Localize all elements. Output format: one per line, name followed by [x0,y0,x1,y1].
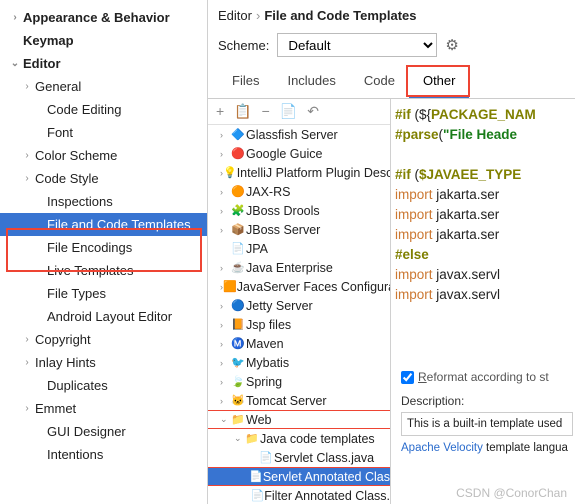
sidebar-item[interactable]: Duplicates [0,374,207,397]
tree-node[interactable]: ›Ⓜ️Maven [208,334,390,353]
tree-node[interactable]: ⌄📁Java code templates [208,429,390,448]
sidebar-item[interactable]: ›Copyright [0,328,207,351]
sidebar-item[interactable]: Android Layout Editor [0,305,207,328]
sidebar-item[interactable]: File Encodings [0,236,207,259]
tree-node[interactable]: ›🧩JBoss Drools [208,201,390,220]
scheme-select[interactable]: Default [277,33,437,57]
tree-node[interactable]: ›🟠JAX-RS [208,182,390,201]
settings-sidebar: ›Appearance & BehaviorKeymap⌄Editor›Gene… [0,0,208,504]
sidebar-item[interactable]: File and Code Templates [0,213,207,236]
tree-node[interactable]: 📄Filter Annotated Class. [208,486,390,504]
tree-node[interactable]: ›🟧JavaServer Faces Configurati [208,277,390,296]
sidebar-item[interactable]: ›Appearance & Behavior [0,6,207,29]
sidebar-item[interactable]: File Types [0,282,207,305]
sidebar-item[interactable]: ›General [0,75,207,98]
sidebar-item[interactable]: Inspections [0,190,207,213]
breadcrumb: Editor›File and Code Templates [208,0,575,27]
tree-node[interactable]: ›🔵Jetty Server [208,296,390,315]
tree-node[interactable]: ›📦JBoss Server [208,220,390,239]
toolbar-icon[interactable]: ↶ [307,103,319,120]
tab-other[interactable]: Other [409,67,470,98]
sidebar-item[interactable]: GUI Designer [0,420,207,443]
template-tree: ›🔷Glassfish Server›🔴Google Guice›💡Intell… [208,125,390,504]
tree-node[interactable]: 📄Servlet Annotated Clas [208,467,390,486]
sidebar-item[interactable]: Intentions [0,443,207,466]
tab-files[interactable]: Files [218,67,273,98]
sidebar-item[interactable]: Font [0,121,207,144]
tree-node[interactable]: ›💡IntelliJ Platform Plugin Descr [208,163,390,182]
toolbar-icon[interactable]: + [216,103,224,120]
tree-node[interactable]: ›📙Jsp files [208,315,390,334]
tree-node[interactable]: ›☕Java Enterprise [208,258,390,277]
toolbar-icon[interactable]: 📄 [280,103,297,120]
tree-toolbar: + 📋−📄 ↶ [208,99,390,125]
tab-code[interactable]: Code [350,67,409,98]
velocity-link[interactable]: Apache Velocity [401,442,483,454]
sidebar-item[interactable]: ›Inlay Hints [0,351,207,374]
sidebar-item[interactable]: Keymap [0,29,207,52]
sidebar-item[interactable]: ›Code Style [0,167,207,190]
tabs: FilesIncludesCodeOther [208,67,575,99]
sidebar-item[interactable]: ›Emmet [0,397,207,420]
tree-node[interactable]: ›🔴Google Guice [208,144,390,163]
tree-node[interactable]: ›🐱Tomcat Server [208,391,390,410]
tree-node[interactable]: ›🐦Mybatis [208,353,390,372]
template-options: Reformat according to st Description: Th… [401,370,573,454]
tree-node[interactable]: ⌄📁Web [208,410,390,429]
sidebar-item[interactable]: Live Templates [0,259,207,282]
scheme-label: Scheme: [218,38,269,53]
sidebar-item[interactable]: Code Editing [0,98,207,121]
gear-icon[interactable]: ⚙ [445,36,458,54]
template-tree-pane: + 📋−📄 ↶ ›🔷Glassfish Server›🔴Google Guice›💡… [208,99,391,504]
tree-node[interactable]: 📄Servlet Class.java [208,448,390,467]
description-box: This is a built-in template used [401,412,573,436]
toolbar-icon[interactable]: − [262,103,270,120]
sidebar-item[interactable]: ›Color Scheme [0,144,207,167]
toolbar-icon[interactable]: 📋 [234,103,251,120]
sidebar-item[interactable]: ⌄Editor [0,52,207,75]
tab-includes[interactable]: Includes [273,67,349,98]
description-label: Description: [401,394,573,408]
tree-node[interactable]: ›🍃Spring [208,372,390,391]
reformat-checkbox[interactable]: Reformat according to st [401,370,573,384]
watermark: CSDN @ConorChan [456,486,567,500]
tree-node[interactable]: ›🔷Glassfish Server [208,125,390,144]
tree-node[interactable]: 📄JPA [208,239,390,258]
